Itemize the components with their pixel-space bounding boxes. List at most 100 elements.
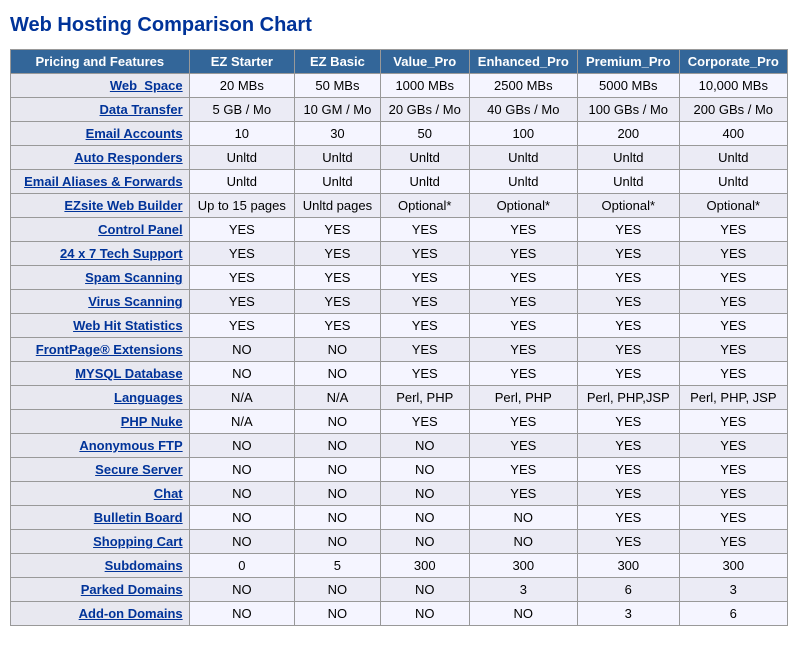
feature-link[interactable]: Web_Space <box>110 78 183 93</box>
feature-link[interactable]: Virus Scanning <box>88 294 182 309</box>
value-cell: N/A <box>189 386 294 410</box>
value-cell: YES <box>189 314 294 338</box>
table-row: Subdomains05300300300300 <box>11 554 788 578</box>
value-cell: NO <box>469 506 577 530</box>
feature-link[interactable]: Shopping Cart <box>93 534 183 549</box>
value-cell: 1000 MBs <box>380 74 469 98</box>
value-cell: Optional* <box>679 194 787 218</box>
value-cell: NO <box>295 578 381 602</box>
feature-cell: Bulletin Board <box>11 506 190 530</box>
value-cell: Optional* <box>469 194 577 218</box>
value-cell: YES <box>380 314 469 338</box>
value-cell: NO <box>469 602 577 626</box>
table-row: Email Accounts103050100200400 <box>11 122 788 146</box>
value-cell: Unltd <box>679 170 787 194</box>
feature-link[interactable]: Subdomains <box>105 558 183 573</box>
value-cell: YES <box>380 242 469 266</box>
value-cell: YES <box>577 458 679 482</box>
value-cell: YES <box>679 530 787 554</box>
table-row: LanguagesN/AN/APerl, PHPPerl, PHPPerl, P… <box>11 386 788 410</box>
feature-link[interactable]: Data Transfer <box>100 102 183 117</box>
value-cell: YES <box>469 410 577 434</box>
feature-link[interactable]: FrontPage® Extensions <box>36 342 183 357</box>
table-row: Shopping CartNONONONOYESYES <box>11 530 788 554</box>
feature-cell: Web_Space <box>11 74 190 98</box>
feature-link[interactable]: PHP Nuke <box>121 414 183 429</box>
value-cell: NO <box>295 434 381 458</box>
value-cell: 10,000 MBs <box>679 74 787 98</box>
value-cell: 400 <box>679 122 787 146</box>
value-cell: N/A <box>295 386 381 410</box>
value-cell: YES <box>469 314 577 338</box>
table-row: Secure ServerNONONOYESYESYES <box>11 458 788 482</box>
feature-cell: Languages <box>11 386 190 410</box>
value-cell: NO <box>295 338 381 362</box>
feature-link[interactable]: Control Panel <box>98 222 183 237</box>
value-cell: Unltd <box>189 170 294 194</box>
value-cell: YES <box>679 266 787 290</box>
value-cell: NO <box>189 338 294 362</box>
feature-link[interactable]: Auto Responders <box>74 150 182 165</box>
value-cell: YES <box>679 218 787 242</box>
feature-link[interactable]: Add-on Domains <box>79 606 183 621</box>
feature-cell: Spam Scanning <box>11 266 190 290</box>
feature-cell: 24 x 7 Tech Support <box>11 242 190 266</box>
value-cell: Unltd <box>577 170 679 194</box>
value-cell: NO <box>295 410 381 434</box>
value-cell: YES <box>189 266 294 290</box>
value-cell: YES <box>577 482 679 506</box>
feature-link[interactable]: Email Accounts <box>86 126 183 141</box>
feature-link[interactable]: Languages <box>114 390 183 405</box>
value-cell: 5000 MBs <box>577 74 679 98</box>
feature-link[interactable]: Chat <box>154 486 183 501</box>
value-cell: YES <box>469 482 577 506</box>
value-cell: YES <box>380 218 469 242</box>
value-cell: NO <box>380 482 469 506</box>
feature-link[interactable]: EZsite Web Builder <box>64 198 182 213</box>
value-cell: Unltd <box>295 146 381 170</box>
value-cell: Perl, PHP <box>469 386 577 410</box>
table-row: Auto RespondersUnltdUnltdUnltdUnltdUnltd… <box>11 146 788 170</box>
feature-link[interactable]: Parked Domains <box>81 582 183 597</box>
value-cell: YES <box>679 482 787 506</box>
value-cell: YES <box>577 410 679 434</box>
value-cell: NO <box>189 434 294 458</box>
value-cell: NO <box>380 530 469 554</box>
value-cell: NO <box>380 602 469 626</box>
value-cell: 20 GBs / Mo <box>380 98 469 122</box>
table-row: Virus ScanningYESYESYESYESYESYES <box>11 290 788 314</box>
value-cell: Optional* <box>380 194 469 218</box>
table-row: Web Hit StatisticsYESYESYESYESYESYES <box>11 314 788 338</box>
value-cell: Unltd <box>295 170 381 194</box>
value-cell: NO <box>380 506 469 530</box>
table-row: Web_Space20 MBs50 MBs1000 MBs2500 MBs500… <box>11 74 788 98</box>
value-cell: 20 MBs <box>189 74 294 98</box>
feature-link[interactable]: Web Hit Statistics <box>73 318 183 333</box>
value-cell: 50 MBs <box>295 74 381 98</box>
value-cell: NO <box>189 362 294 386</box>
feature-cell: Anonymous FTP <box>11 434 190 458</box>
table-row: Email Aliases & ForwardsUnltdUnltdUnltdU… <box>11 170 788 194</box>
feature-cell: Web Hit Statistics <box>11 314 190 338</box>
feature-link[interactable]: Spam Scanning <box>85 270 183 285</box>
value-cell: YES <box>577 242 679 266</box>
value-cell: Unltd <box>380 146 469 170</box>
feature-cell: Chat <box>11 482 190 506</box>
value-cell: YES <box>577 314 679 338</box>
value-cell: YES <box>469 242 577 266</box>
feature-link[interactable]: 24 x 7 Tech Support <box>60 246 183 261</box>
feature-link[interactable]: Bulletin Board <box>94 510 183 525</box>
feature-link[interactable]: Anonymous FTP <box>79 438 182 453</box>
feature-link[interactable]: Secure Server <box>95 462 182 477</box>
feature-cell: Auto Responders <box>11 146 190 170</box>
value-cell: NO <box>189 458 294 482</box>
value-cell: 5 <box>295 554 381 578</box>
feature-cell: Control Panel <box>11 218 190 242</box>
value-cell: 40 GBs / Mo <box>469 98 577 122</box>
col-header-premium-pro: Premium_Pro <box>577 50 679 74</box>
value-cell: 0 <box>189 554 294 578</box>
feature-link[interactable]: MYSQL Database <box>75 366 182 381</box>
feature-link[interactable]: Email Aliases & Forwards <box>24 174 182 189</box>
value-cell: YES <box>469 290 577 314</box>
value-cell: NO <box>380 434 469 458</box>
